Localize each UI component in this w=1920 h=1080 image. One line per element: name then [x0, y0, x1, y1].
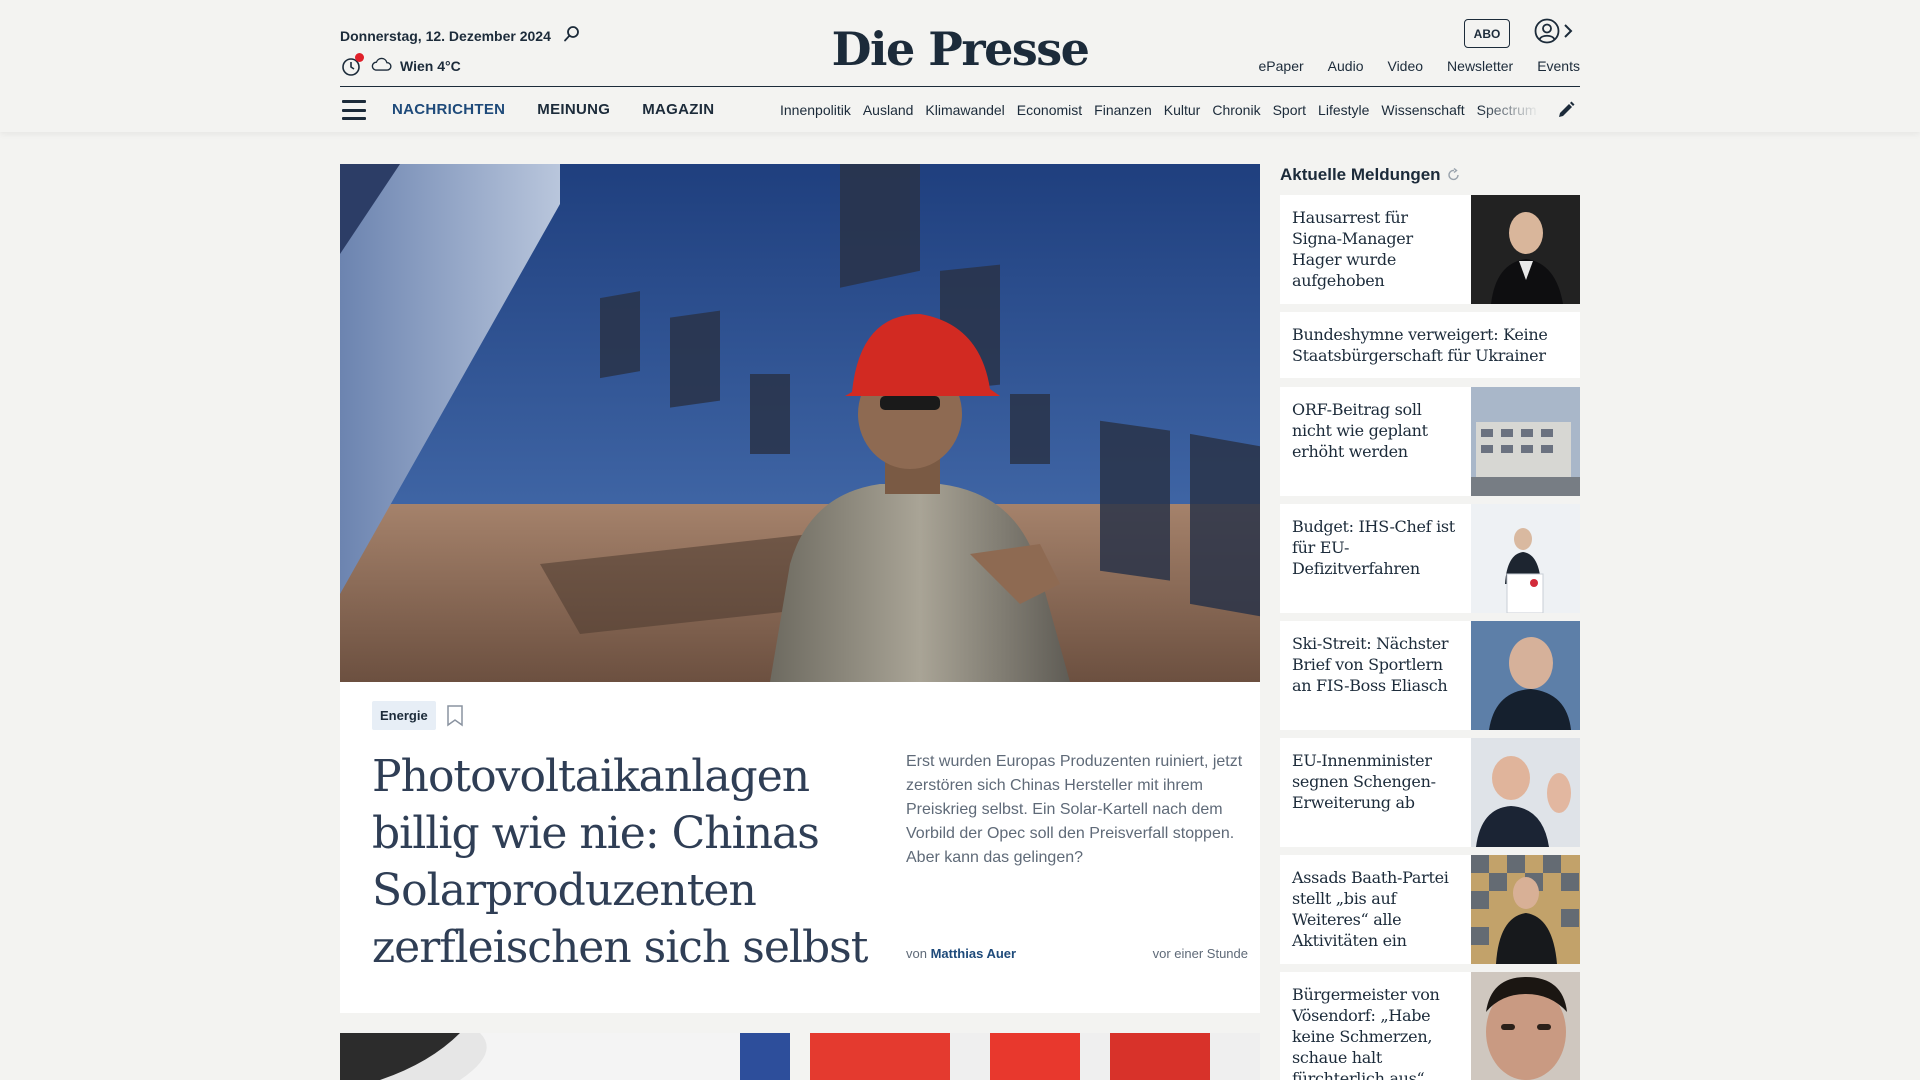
news-item[interactable]: Bürgermeister von Vösendorf: „Habe keine… — [1280, 972, 1580, 1080]
search-icon[interactable] — [563, 25, 581, 46]
category-tag[interactable]: Energie — [372, 701, 436, 730]
news-thumbnail — [1471, 738, 1580, 847]
news-thumbnail — [1471, 621, 1580, 730]
date-line: Donnerstag, 12. Dezember 2024 — [340, 25, 581, 46]
alert-dot — [355, 53, 364, 62]
tag-row: Energie — [372, 701, 464, 730]
pencil-icon[interactable] — [1556, 100, 1576, 120]
news-item[interactable]: ORF-Beitrag soll nicht wie geplant erhöh… — [1280, 387, 1580, 496]
link-epaper[interactable]: ePaper — [1259, 58, 1304, 74]
news-title: Bürgermeister von Vösendorf: „Habe keine… — [1292, 985, 1440, 1080]
sidebar-heading: Aktuelle Meldungen — [1280, 164, 1580, 186]
section-wissenschaft[interactable]: Wissenschaft — [1381, 102, 1464, 118]
section-ausland[interactable]: Ausland — [863, 102, 914, 118]
nav-meinung[interactable]: MEINUNG — [537, 101, 610, 118]
teaser-image[interactable] — [340, 1033, 790, 1080]
news-item[interactable]: Assads Baath-Partei stellt „bis auf Weit… — [1280, 855, 1580, 964]
link-events[interactable]: Events — [1537, 58, 1580, 74]
section-kultur[interactable]: Kultur — [1164, 102, 1201, 118]
latest-news-sidebar: Aktuelle Meldungen Hausarrest für Signa-… — [1280, 164, 1580, 1080]
current-date: Donnerstag, 12. Dezember 2024 — [340, 27, 551, 44]
news-title: Assads Baath-Partei stellt „bis auf Weit… — [1292, 868, 1449, 950]
news-thumbnail — [1471, 195, 1580, 304]
top-links: ePaper Audio Video Newsletter Events — [1259, 58, 1580, 74]
sidebar-heading-text: Aktuelle Meldungen — [1280, 165, 1441, 184]
hero-article[interactable]: Energie Photovoltaikanlagen billig wie n… — [340, 164, 1260, 1013]
abo-button[interactable]: ABO — [1464, 19, 1510, 48]
news-thumbnail — [1471, 972, 1580, 1080]
site-logo[interactable]: Die Presse — [832, 22, 1090, 76]
section-finanzen[interactable]: Finanzen — [1094, 102, 1152, 118]
live-clock-icon[interactable] — [340, 53, 364, 77]
section-sport[interactable]: Sport — [1273, 102, 1306, 118]
hero-image[interactable] — [340, 164, 1260, 682]
news-title: ORF-Beitrag soll nicht wie geplant erhöh… — [1292, 400, 1428, 461]
news-item[interactable]: EU-Innenminister segnen Schengen-Erweite… — [1280, 738, 1580, 847]
link-audio[interactable]: Audio — [1328, 58, 1364, 74]
news-item[interactable]: Bundeshymne verweigert: Keine Staatsbürg… — [1280, 312, 1580, 378]
news-item[interactable]: Budget: IHS-Chef ist für EU-Defizitverfa… — [1280, 504, 1580, 613]
news-title: Budget: IHS-Chef ist für EU-Defizitverfa… — [1292, 517, 1455, 578]
section-chronik[interactable]: Chronik — [1212, 102, 1260, 118]
news-thumbnail — [1471, 387, 1580, 496]
news-title: Hausarrest für Signa-Manager Hager wurde… — [1292, 208, 1413, 290]
author-line: von Matthias Auer — [906, 946, 1016, 961]
author-prefix: von — [906, 946, 927, 961]
link-newsletter[interactable]: Newsletter — [1447, 58, 1513, 74]
news-thumbnail — [1471, 504, 1580, 613]
news-thumbnail — [1471, 855, 1580, 964]
header-divider — [340, 86, 1580, 87]
section-nav: Innenpolitik Ausland Klimawandel Economi… — [780, 102, 1540, 118]
site-header: Donnerstag, 12. Dezember 2024 Wien 4°C D… — [0, 0, 1920, 132]
section-lifestyle[interactable]: Lifestyle — [1318, 102, 1369, 118]
news-title: Bundeshymne verweigert: Keine Staatsbürg… — [1292, 325, 1548, 365]
news-item[interactable]: Ski-Streit: Nächster Brief von Sportlern… — [1280, 621, 1580, 730]
link-video[interactable]: Video — [1387, 58, 1423, 74]
refresh-icon — [1447, 168, 1459, 181]
nav-magazin[interactable]: MAGAZIN — [642, 101, 714, 118]
news-title: EU-Innenminister segnen Schengen-Erweite… — [1292, 751, 1436, 812]
user-icon — [1534, 18, 1560, 44]
main-nav: NACHRICHTEN MEINUNG MAGAZIN — [392, 101, 714, 118]
news-title: Ski-Streit: Nächster Brief von Sportlern… — [1292, 634, 1449, 695]
section-innenpolitik[interactable]: Innenpolitik — [780, 102, 851, 118]
hero-title[interactable]: Photovoltaikanlagen billig wie nie: Chin… — [372, 748, 892, 976]
publish-time: vor einer Stunde — [1152, 946, 1248, 961]
hamburger-menu-icon[interactable] — [342, 100, 366, 120]
section-spectrum[interactable]: Spectrum — [1477, 102, 1537, 118]
teaser-image[interactable] — [810, 1033, 1260, 1080]
bookmark-icon[interactable] — [446, 704, 464, 727]
hero-lead: Erst wurden Europas Produzenten ruiniert… — [906, 753, 1243, 866]
nav-nachrichten[interactable]: NACHRICHTEN — [392, 101, 505, 118]
section-klimawandel[interactable]: Klimawandel — [925, 102, 1004, 118]
weather-widget[interactable]: Wien 4°C — [340, 53, 461, 77]
weather-text: Wien 4°C — [400, 58, 461, 74]
chevron-right-icon — [1564, 24, 1573, 38]
author-link[interactable]: Matthias Auer — [931, 946, 1016, 961]
section-economist[interactable]: Economist — [1017, 102, 1082, 118]
cloud-icon — [370, 57, 392, 75]
account-button[interactable] — [1534, 18, 1574, 44]
news-item[interactable]: Hausarrest für Signa-Manager Hager wurde… — [1280, 195, 1580, 304]
